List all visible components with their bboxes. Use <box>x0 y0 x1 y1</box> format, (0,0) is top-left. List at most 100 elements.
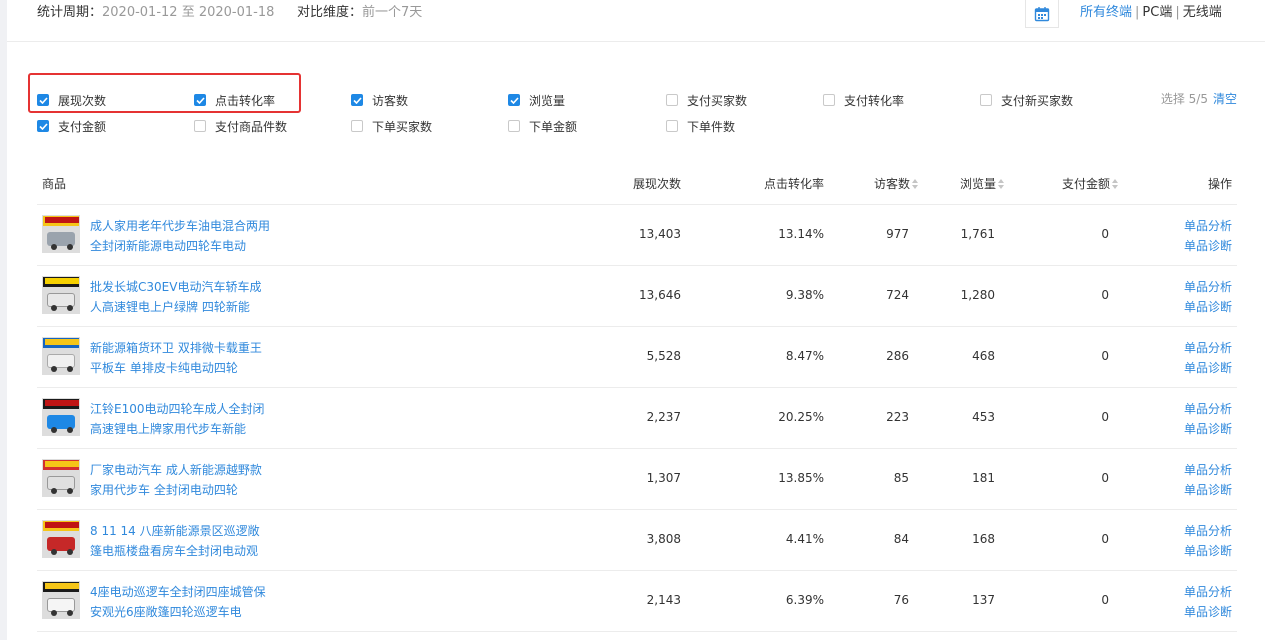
product-title-link[interactable]: 批发长城C30EV电动汽车轿车成人高速锂电上户绿牌 四轮新能 <box>90 277 270 317</box>
header-product: 商品 <box>42 177 67 191</box>
header-pageviews[interactable]: 浏览量 <box>960 175 1005 192</box>
cell-exposure: 2,143 <box>646 593 681 607</box>
single-analysis-link[interactable]: 单品分析 <box>1184 216 1232 236</box>
product-table: 商品 展现次数 点击转化率 访客数 浏览量 支付金额 操作 成人家用老年代步车油… <box>37 162 1237 632</box>
compare-dimension: 对比维度：前一个7天 <box>297 5 422 21</box>
cell-pageviews: 1,761 <box>960 227 995 241</box>
cell-payment: 0 <box>1101 349 1109 363</box>
product-title-link[interactable]: 成人家用老年代步车油电混合两用全封闭新能源电动四轮车电动 <box>90 216 270 256</box>
product-thumbnail[interactable] <box>42 215 80 253</box>
checkbox-icon[interactable] <box>666 120 678 132</box>
checkbox-icon[interactable] <box>508 120 520 132</box>
cell-exposure: 13,646 <box>639 288 681 302</box>
single-diagnosis-link[interactable]: 单品诊断 <box>1184 297 1232 317</box>
sort-icon[interactable] <box>998 178 1005 189</box>
product-thumbnail[interactable] <box>42 520 80 558</box>
product-title-link[interactable]: 江铃E100电动四轮车成人全封闭高速锂电上牌家用代步车新能 <box>90 399 270 439</box>
terminal-pc[interactable]: PC端 <box>1142 5 1172 20</box>
single-analysis-link[interactable]: 单品分析 <box>1184 582 1232 602</box>
terminal-all[interactable]: 所有终端 <box>1080 5 1132 20</box>
single-diagnosis-link[interactable]: 单品诊断 <box>1184 602 1232 622</box>
product-title-link[interactable]: 4座电动巡逻车全封闭四座城管保安观光6座敞篷四轮巡逻车电 <box>90 582 270 622</box>
cell-payment: 0 <box>1101 227 1109 241</box>
single-diagnosis-link[interactable]: 单品诊断 <box>1184 480 1232 500</box>
cell-pageviews: 453 <box>972 410 995 424</box>
metric-label: 浏览量 <box>529 93 566 108</box>
header-payment[interactable]: 支付金额 <box>1062 175 1119 192</box>
metric-ctr[interactable]: 点击转化率 <box>194 90 275 110</box>
product-thumbnail[interactable] <box>42 459 80 497</box>
compare-dimension-value: 前一个7天 <box>362 5 423 20</box>
product-thumbnail[interactable] <box>42 337 80 375</box>
header-exposure[interactable]: 展现次数 <box>633 175 681 192</box>
metric-order-buyers[interactable]: 下单买家数 <box>351 116 432 136</box>
product-title-link[interactable]: 新能源箱货环卫 双排微卡载重王平板车 单排皮卡纯电动四轮 <box>90 338 270 378</box>
row-actions: 单品分析 单品诊断 <box>1184 460 1232 500</box>
header-visitors-label: 访客数 <box>873 177 910 191</box>
cell-pageviews: 137 <box>972 593 995 607</box>
header-ops: 操作 <box>1207 177 1232 191</box>
compare-dimension-label: 对比维度： <box>297 5 363 20</box>
metric-label: 支付金额 <box>58 119 107 134</box>
checkbox-checked-icon[interactable] <box>37 120 49 132</box>
single-analysis-link[interactable]: 单品分析 <box>1184 399 1232 419</box>
metric-pay-new-buyers[interactable]: 支付新买家数 <box>980 90 1073 110</box>
single-diagnosis-link[interactable]: 单品诊断 <box>1184 541 1232 561</box>
product-title-link[interactable]: 厂家电动汽车 成人新能源越野款家用代步车 全封闭电动四轮 <box>90 460 270 500</box>
metric-order-amount[interactable]: 下单金额 <box>508 116 577 136</box>
product-thumbnail[interactable] <box>42 581 80 619</box>
product-thumbnail[interactable] <box>42 276 80 314</box>
checkbox-icon[interactable] <box>666 94 678 106</box>
metric-exposure[interactable]: 展现次数 <box>37 90 106 110</box>
metric-visitors[interactable]: 访客数 <box>351 90 408 110</box>
product-title-link[interactable]: 8 11 14 八座新能源景区巡逻敞篷电瓶楼盘看房车全封闭电动观 <box>90 521 270 561</box>
table-header: 商品 展现次数 点击转化率 访客数 浏览量 支付金额 操作 <box>37 162 1237 205</box>
cell-pageviews: 468 <box>972 349 995 363</box>
single-analysis-link[interactable]: 单品分析 <box>1184 460 1232 480</box>
cell-ctr: 6.39% <box>785 593 824 607</box>
header-ctr[interactable]: 点击转化率 <box>764 175 824 192</box>
metric-pay-items[interactable]: 支付商品件数 <box>194 116 287 136</box>
row-actions: 单品分析 单品诊断 <box>1184 338 1232 378</box>
metric-pay-buyers[interactable]: 支付买家数 <box>666 90 747 110</box>
metric-pay-conversion[interactable]: 支付转化率 <box>823 90 904 110</box>
checkbox-icon[interactable] <box>194 120 206 132</box>
single-diagnosis-link[interactable]: 单品诊断 <box>1184 358 1232 378</box>
page: 统计周期：2020-01-12 至 2020-01-18 对比维度：前一个7天 … <box>0 0 1265 640</box>
single-diagnosis-link[interactable]: 单品诊断 <box>1184 419 1232 439</box>
cell-visitors: 977 <box>886 227 909 241</box>
selection-count: 选择 5/5 <box>1160 92 1208 106</box>
metric-pay-amount[interactable]: 支付金额 <box>37 116 106 136</box>
header-payment-label: 支付金额 <box>1061 177 1110 191</box>
checkbox-checked-icon[interactable] <box>194 94 206 106</box>
single-analysis-link[interactable]: 单品分析 <box>1184 338 1232 358</box>
checkbox-checked-icon[interactable] <box>351 94 363 106</box>
cell-payment: 0 <box>1101 410 1109 424</box>
checkbox-icon[interactable] <box>351 120 363 132</box>
cell-ctr: 13.14% <box>778 227 824 241</box>
row-actions: 单品分析 单品诊断 <box>1184 521 1232 561</box>
checkbox-icon[interactable] <box>823 94 835 106</box>
table-row: 成人家用老年代步车油电混合两用全封闭新能源电动四轮车电动 13,403 13.1… <box>37 205 1237 266</box>
terminal-switch: 所有终端 | PC端 | 无线端 <box>1080 5 1222 21</box>
sort-icon[interactable] <box>1112 178 1119 189</box>
metric-pageviews[interactable]: 浏览量 <box>508 90 565 110</box>
clear-link[interactable]: 清空 <box>1213 92 1237 106</box>
checkbox-icon[interactable] <box>980 94 992 106</box>
checkbox-checked-icon[interactable] <box>508 94 520 106</box>
metric-label: 下单件数 <box>687 119 736 134</box>
single-analysis-link[interactable]: 单品分析 <box>1184 277 1232 297</box>
cell-exposure: 2,237 <box>646 410 681 424</box>
cell-visitors: 84 <box>893 532 909 546</box>
terminal-wireless[interactable]: 无线端 <box>1183 5 1222 20</box>
calendar-button[interactable] <box>1025 0 1059 28</box>
single-analysis-link[interactable]: 单品分析 <box>1184 521 1232 541</box>
table-row: 新能源箱货环卫 双排微卡载重王平板车 单排皮卡纯电动四轮 5,528 8.47%… <box>37 327 1237 388</box>
single-diagnosis-link[interactable]: 单品诊断 <box>1184 236 1232 256</box>
sort-icon[interactable] <box>912 178 919 189</box>
cell-ctr: 20.25% <box>778 410 824 424</box>
checkbox-checked-icon[interactable] <box>37 94 49 106</box>
metric-order-items[interactable]: 下单件数 <box>666 116 735 136</box>
header-visitors[interactable]: 访客数 <box>874 175 919 192</box>
product-thumbnail[interactable] <box>42 398 80 436</box>
